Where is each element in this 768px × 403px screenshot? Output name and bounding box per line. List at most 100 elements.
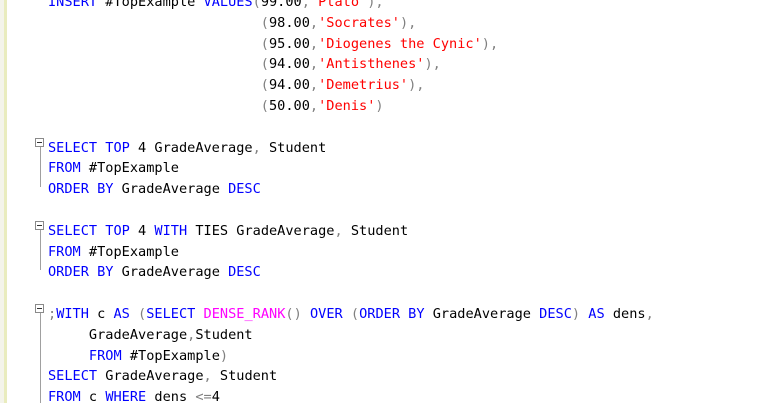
- change-tracking-indicator: [4, 0, 7, 403]
- code-token: 4 GradeAverage: [129, 139, 253, 156]
- code-line[interactable]: INSERT #TopExample VALUES(99.00,'Plato')…: [48, 0, 384, 12]
- code-token: DESC: [228, 264, 261, 281]
- code-token: ,: [301, 0, 310, 10]
- code-token: 'Demetrius': [318, 77, 409, 94]
- code-token: DESC: [539, 306, 572, 322]
- outline-line: [40, 313, 41, 403]
- code-token: GradeAverage: [113, 264, 229, 281]
- code-token: WITH: [56, 306, 89, 322]
- code-token: 99.00: [260, 0, 302, 10]
- code-token: DENSE_RANK: [203, 306, 286, 322]
- code-line[interactable]: SELECT TOP 4 WITH TIES GradeAverage, Stu…: [48, 221, 408, 241]
- code-line[interactable]: SELECT TOP 4 GradeAverage, Student: [48, 138, 326, 158]
- code-token: VALUES: [203, 0, 253, 10]
- code-token: FROM: [88, 347, 122, 364]
- code-token: #TopExample: [80, 243, 179, 260]
- collapse-select-top-with-ties-icon[interactable]: [35, 221, 44, 230]
- code-token: ),: [399, 14, 417, 31]
- code-token: FROM: [48, 389, 81, 403]
- code-token: WHERE: [105, 389, 147, 403]
- code-token: <=: [195, 389, 212, 403]
- code-token: GradeAverage: [97, 368, 204, 385]
- sql-query-editor[interactable]: INSERT #TopExample VALUES(99.00,'Plato')…: [0, 0, 768, 403]
- code-token: ORDER BY: [359, 306, 425, 322]
- code-line[interactable]: FROM #TopExample: [48, 158, 179, 178]
- collapse-select-top-icon[interactable]: [35, 138, 44, 147]
- code-token: Student: [342, 222, 409, 239]
- code-token: ): [571, 306, 581, 322]
- code-token: AS: [113, 306, 130, 322]
- code-token: dens: [604, 306, 646, 322]
- code-line[interactable]: ;WITH c AS (SELECT DENSE_RANK() OVER (OR…: [48, 304, 654, 324]
- code-token: 98.00: [268, 14, 310, 31]
- code-line[interactable]: FROM #TopExample): [48, 346, 228, 366]
- code-token: (: [252, 0, 261, 10]
- code-token: FROM: [48, 243, 81, 260]
- code-token: GradeAverage: [424, 306, 540, 322]
- code-token: ,: [203, 368, 212, 385]
- code-token: ,: [309, 98, 319, 114]
- code-token: c: [88, 306, 114, 322]
- code-token: ,: [309, 56, 319, 73]
- outline-line: [40, 230, 41, 270]
- code-token: ,: [309, 77, 319, 94]
- code-token: ,: [309, 35, 319, 52]
- code-token: dens: [146, 389, 196, 403]
- code-line[interactable]: ORDER BY GradeAverage DESC: [48, 179, 261, 199]
- code-token: (: [260, 35, 269, 52]
- code-token: Student: [260, 139, 327, 156]
- code-line[interactable]: FROM #TopExample: [48, 242, 179, 262]
- code-token: 'Plato': [309, 0, 368, 10]
- code-token: SELECT: [48, 368, 98, 385]
- code-token: FROM: [48, 160, 81, 177]
- code-token: WITH: [154, 222, 188, 239]
- code-token: ORDER BY: [48, 181, 114, 198]
- code-token: SELECT TOP: [48, 222, 130, 239]
- code-token: (: [129, 306, 147, 322]
- code-token: OVER: [309, 306, 343, 322]
- code-token: SELECT: [146, 306, 196, 322]
- code-line[interactable]: FROM c WHERE dens <=4: [48, 387, 220, 403]
- code-token: ;: [48, 306, 57, 322]
- code-token: 'Antisthenes': [318, 56, 425, 73]
- code-token: GradeAverage: [48, 326, 188, 343]
- collapse-with-cte-icon[interactable]: [35, 304, 44, 313]
- code-line[interactable]: (95.00,'Diogenes the Cynic'),: [48, 34, 498, 54]
- code-token: 94.00: [268, 56, 310, 73]
- code-token: (: [342, 306, 360, 322]
- code-line[interactable]: (50.00,'Denis'): [48, 96, 384, 116]
- code-token: 'Socrates': [318, 14, 400, 31]
- code-token: Student: [195, 326, 253, 343]
- code-token: ),: [424, 56, 441, 73]
- code-token: ,: [334, 222, 343, 239]
- code-line[interactable]: GradeAverage,Student: [48, 325, 253, 345]
- code-line[interactable]: (98.00,'Socrates'),: [48, 13, 417, 33]
- code-line[interactable]: SELECT GradeAverage, Student: [48, 366, 277, 386]
- code-token: 95.00: [268, 35, 310, 52]
- code-token: ),: [367, 0, 384, 10]
- code-token: (): [285, 306, 302, 322]
- code-token: 'Diogenes the Cynic': [318, 35, 482, 52]
- code-line[interactable]: ORDER BY GradeAverage DESC: [48, 262, 261, 282]
- code-token: (: [260, 77, 269, 94]
- code-token: 50.00: [268, 98, 310, 114]
- code-token: DESC: [228, 181, 261, 198]
- code-token: (: [260, 56, 269, 73]
- code-token: (: [260, 98, 269, 114]
- code-token: TIES GradeAverage: [187, 222, 335, 239]
- outline-line: [40, 147, 41, 187]
- code-token: 94.00: [268, 77, 310, 94]
- code-token: AS: [588, 306, 605, 322]
- code-line[interactable]: (94.00,'Antisthenes'),: [48, 54, 441, 74]
- code-token: ),: [481, 35, 499, 52]
- code-token: 4: [129, 222, 155, 239]
- code-token: ORDER BY: [48, 264, 114, 281]
- code-line[interactable]: (94.00,'Demetrius'),: [48, 75, 425, 95]
